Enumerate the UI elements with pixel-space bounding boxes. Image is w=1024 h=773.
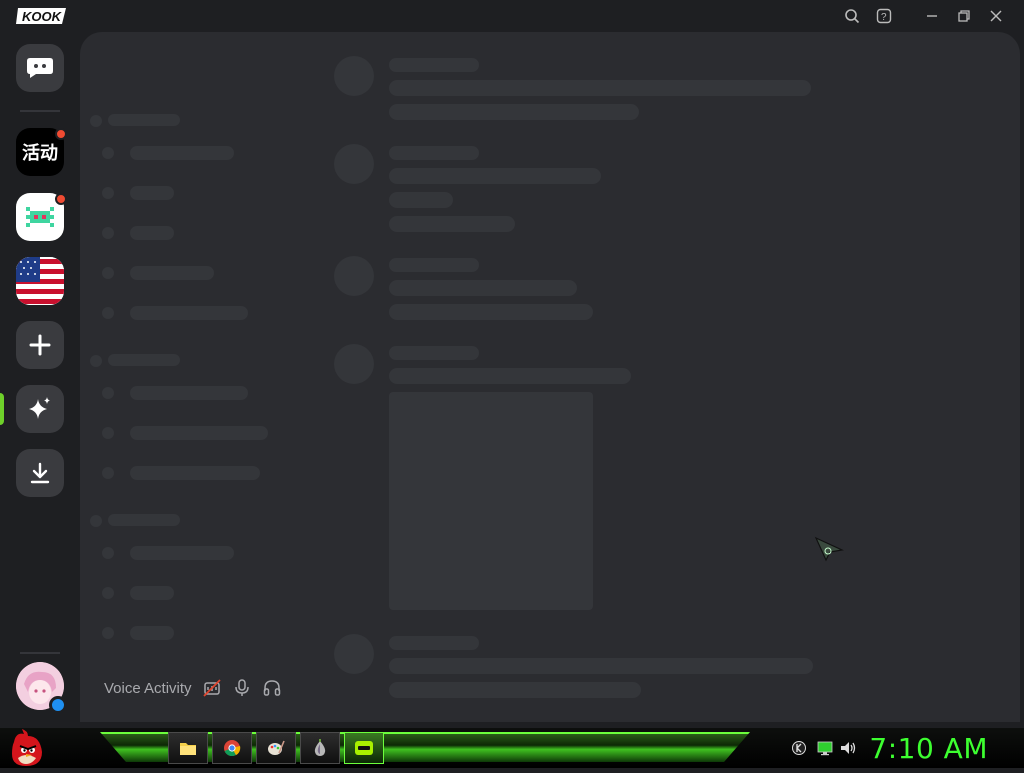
chrome-icon xyxy=(224,740,241,757)
app-name: KOOK xyxy=(22,9,63,24)
pixel-art-icon xyxy=(26,207,54,227)
taskbar-clock[interactable]: 7:10 AM xyxy=(869,732,988,765)
title-bar: KOOK ? xyxy=(0,0,1024,32)
taskbar-kook[interactable] xyxy=(344,732,384,764)
restore-icon[interactable] xyxy=(955,7,973,25)
start-button[interactable] xyxy=(6,728,48,768)
minimize-icon[interactable] xyxy=(923,7,941,25)
sparkle-icon xyxy=(29,397,50,419)
plus-icon xyxy=(29,334,51,356)
volume-icon[interactable] xyxy=(840,739,858,757)
voice-panel: Voice Activity xyxy=(104,678,282,698)
svg-text:?: ? xyxy=(881,12,887,23)
headphones-icon[interactable] xyxy=(262,678,282,698)
download-icon xyxy=(30,462,50,484)
server-us-flag[interactable] xyxy=(16,257,64,305)
discover-button[interactable] xyxy=(16,385,64,433)
angry-bird-start-icon xyxy=(12,729,42,766)
rail-divider xyxy=(20,652,60,654)
voice-activity-label: Voice Activity xyxy=(104,679,192,697)
kook-tray-icon[interactable] xyxy=(790,739,808,757)
home-dm-button[interactable] xyxy=(16,44,64,92)
file-explorer-icon xyxy=(180,743,196,755)
taskbar-chrome[interactable] xyxy=(212,732,252,764)
main-panel: Voice Activity xyxy=(80,32,1020,722)
onion-browser-icon xyxy=(314,739,326,756)
search-icon[interactable] xyxy=(843,7,861,25)
active-indicator xyxy=(0,393,4,425)
network-icon[interactable] xyxy=(816,739,834,757)
server-activities-label: 活动 xyxy=(22,143,58,164)
help-icon[interactable]: ? xyxy=(875,7,893,25)
loading-cursor-icon xyxy=(814,536,844,562)
microphone-icon[interactable] xyxy=(232,678,252,698)
download-button[interactable] xyxy=(16,449,64,497)
notification-dot xyxy=(55,128,67,140)
rail-divider xyxy=(20,110,60,112)
server-rail: 活动 xyxy=(0,32,80,728)
close-icon[interactable] xyxy=(987,7,1005,25)
us-flag-icon xyxy=(16,257,64,305)
add-server-button[interactable] xyxy=(16,321,64,369)
status-badge xyxy=(49,696,67,714)
paint-icon xyxy=(268,740,285,755)
notification-dot xyxy=(55,193,67,205)
taskbar-paint[interactable] xyxy=(256,732,296,764)
taskbar-onion-browser[interactable] xyxy=(300,732,340,764)
chat-bubble-icon xyxy=(27,58,53,78)
taskbar-file-explorer[interactable] xyxy=(168,732,208,764)
kook-app-icon xyxy=(355,741,373,755)
voice-off-icon[interactable] xyxy=(202,678,222,698)
kook-logo: KOOK xyxy=(16,8,66,24)
taskbar: 7:10 AM xyxy=(0,728,1024,768)
